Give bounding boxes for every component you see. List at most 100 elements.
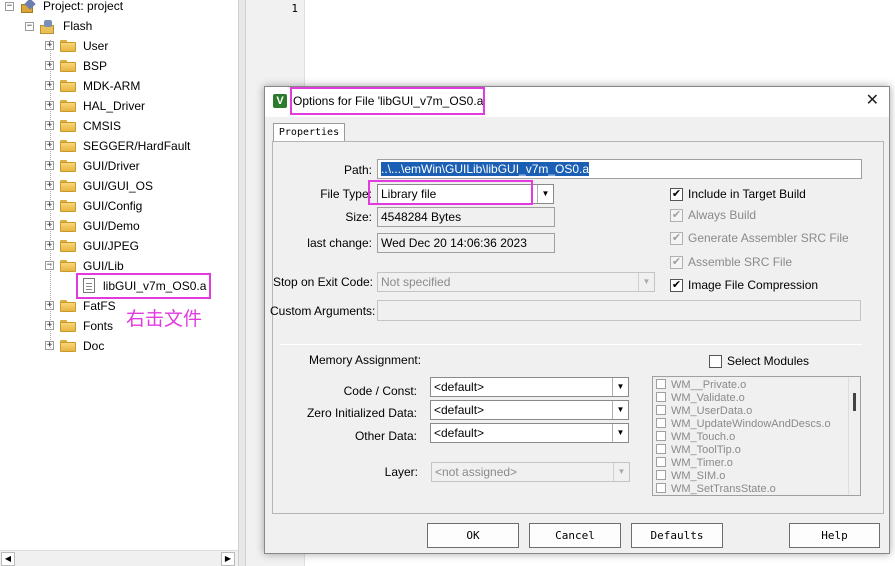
folder-icon [60,320,76,332]
module-checkbox[interactable] [656,457,666,467]
memory-assignment-label: Memory Assignment: [309,353,422,367]
module-checkbox[interactable] [656,405,666,415]
stop-exit-select[interactable]: Not specified ▼ [377,272,655,292]
always-build-checkbox[interactable]: ✔ [670,209,683,222]
module-list[interactable]: WM__Private.o WM_Validate.o WM_UserData.o W… [652,376,861,496]
folder-icon [60,200,76,212]
pane-splitter[interactable] [238,0,246,566]
tree-line [50,40,51,350]
module-name: WM_SIM.o [671,470,726,482]
chevron-down-icon[interactable]: ▼ [612,424,628,442]
always-build-label: Always Build [688,208,757,222]
chevron-down-icon[interactable]: ▼ [613,463,629,481]
chevron-down-icon[interactable]: ▼ [537,185,553,203]
module-list-item[interactable]: WM_UpdateWindowAndDescs.o [656,418,831,431]
collapse-project-icon[interactable]: − [5,2,14,11]
tree-folder[interactable]: FatFS [83,296,116,316]
target-label[interactable]: Flash [63,16,92,36]
module-name: WM__Private.o [671,379,747,391]
tree-folder[interactable]: Fonts [83,316,113,336]
separator [280,344,862,345]
module-checkbox[interactable] [656,392,666,402]
code-const-select[interactable]: <default> ▼ [430,377,629,397]
folder-icon [60,260,76,272]
module-list-item[interactable]: WM_Validate.o [656,392,745,405]
select-modules-checkbox[interactable] [709,355,722,368]
zero-init-value: <default> [434,403,485,417]
image-compression-label: Image File Compression [688,278,819,292]
custom-args-label: Custom Arguments: [270,304,376,318]
module-name: WM_SetTransState.o [671,483,776,495]
tree-folder[interactable]: SEGGER/HardFault [83,136,190,156]
module-list-item[interactable]: WM_ToolTip.o [656,444,741,457]
layer-label: Layer: [384,465,418,479]
image-compression-checkbox[interactable]: ✔ [670,279,683,292]
tree-folder[interactable]: HAL_Driver [83,96,145,116]
module-name: WM_Timer.o [671,457,733,469]
module-list-item[interactable]: WM_Touch.o [656,431,735,444]
module-list-item[interactable]: WM_UserData.o [656,405,752,418]
tree-folder[interactable]: GUI/Config [83,196,142,216]
chevron-down-icon[interactable]: ▼ [638,273,654,291]
module-checkbox[interactable] [656,379,666,389]
zero-init-label: Zero Initialized Data: [306,406,417,420]
tree-folder[interactable]: User [83,36,108,56]
stop-exit-value: Not specified [381,275,451,289]
tree-folder[interactable]: GUI/JPEG [83,236,139,256]
module-list-item[interactable]: WM__Private.o [656,379,746,392]
project-root-label[interactable]: Project: project [43,0,123,16]
other-data-label: Other Data: [354,429,417,443]
module-list-item[interactable]: WM_SetTransState.o [656,483,776,495]
dialog-titlebar[interactable]: V Options for File 'libGUI_v7m_OS0.a' ✕ [265,87,889,117]
tree-folder[interactable]: CMSIS [83,116,121,136]
generate-asm-label: Generate Assembler SRC File [688,231,849,245]
defaults-button[interactable]: Defaults [631,523,723,548]
chevron-down-icon[interactable]: ▼ [612,401,628,419]
module-checkbox[interactable] [656,431,666,441]
tree-folder[interactable]: GUI/Demo [83,216,140,236]
module-checkbox[interactable] [656,470,666,480]
assemble-src-label: Assemble SRC File [688,255,793,269]
cancel-button[interactable]: Cancel [529,523,621,548]
assemble-src-checkbox[interactable]: ✔ [670,256,683,269]
tab-properties[interactable]: Properties [273,123,345,142]
target-icon [40,20,56,34]
module-name: WM_ToolTip.o [671,444,741,456]
tree-folder[interactable]: Doc [83,336,104,356]
path-field[interactable]: ..\...\emWin\GUILib\libGUI_v7m_OS0.a [377,159,862,179]
other-data-value: <default> [434,426,485,440]
folder-icon [60,340,76,352]
stop-exit-label: Stop on Exit Code: [272,275,373,289]
module-list-scrollbar[interactable] [848,377,860,495]
scroll-thumb[interactable] [853,393,856,411]
folder-icon [60,160,76,172]
tree-folder[interactable]: MDK-ARM [83,76,140,96]
module-name: WM_UpdateWindowAndDescs.o [671,418,831,430]
module-checkbox[interactable] [656,483,666,493]
module-list-item[interactable]: WM_Timer.o [656,457,733,470]
tree-folder[interactable]: BSP [83,56,107,76]
code-const-label: Code / Const: [343,384,417,398]
help-button[interactable]: Help [789,523,880,548]
generate-asm-checkbox[interactable]: ✔ [670,232,683,245]
module-list-item[interactable]: WM_SIM.o [656,470,725,483]
include-target-checkbox[interactable]: ✔ [670,188,683,201]
collapse-target-icon[interactable]: − [25,22,34,31]
folder-icon [60,80,76,92]
zero-init-select[interactable]: <default> ▼ [430,400,629,420]
module-checkbox[interactable] [656,444,666,454]
module-checkbox[interactable] [656,418,666,428]
custom-args-field[interactable] [377,300,861,321]
scroll-right-icon[interactable]: ▶ [221,552,235,566]
close-icon[interactable]: ✕ [866,92,879,110]
keil-logo-icon: V [273,94,287,108]
other-data-select[interactable]: <default> ▼ [430,423,629,443]
tree-horizontal-scrollbar[interactable]: ◀ ▶ [0,550,238,566]
scroll-left-icon[interactable]: ◀ [1,552,15,566]
ok-button[interactable]: OK [427,523,519,548]
chevron-down-icon[interactable]: ▼ [612,378,628,396]
path-label: Path: [343,163,372,177]
tree-folder[interactable]: GUI/GUI_OS [83,176,153,196]
tree-folder[interactable]: GUI/Driver [83,156,140,176]
layer-select[interactable]: <not assigned> ▼ [431,462,630,482]
